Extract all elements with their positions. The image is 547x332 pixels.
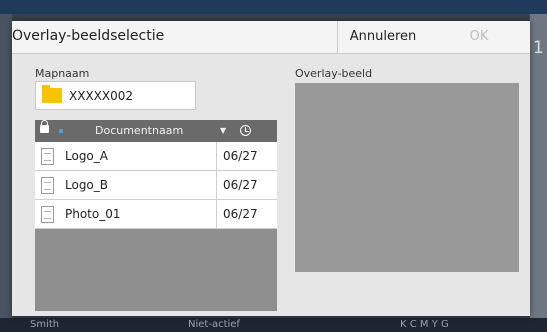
folder-selector[interactable]: XXXXX002 bbox=[35, 81, 196, 110]
folder-icon bbox=[42, 85, 62, 103]
ok-button[interactable]: OK bbox=[428, 21, 530, 53]
preview-label: Overlay-beeld bbox=[295, 67, 373, 80]
cancel-button[interactable]: Annuleren bbox=[337, 21, 429, 53]
file-date: 06/27 bbox=[223, 207, 258, 221]
file-date: 06/27 bbox=[223, 178, 258, 192]
background-top-bar bbox=[0, 0, 547, 14]
sort-indicator-icon bbox=[59, 129, 63, 133]
file-date: 06/27 bbox=[223, 149, 258, 163]
column-divider bbox=[216, 171, 217, 200]
sort-arrow-icon[interactable]: ▼ bbox=[220, 126, 226, 135]
column-divider bbox=[216, 200, 217, 229]
column-divider bbox=[216, 142, 217, 171]
clock-icon[interactable] bbox=[240, 125, 251, 136]
list-item[interactable]: Logo_B 06/27 bbox=[35, 171, 277, 200]
folder-label: Mapnaam bbox=[35, 67, 90, 80]
file-name: Logo_A bbox=[65, 149, 108, 163]
column-header-name[interactable]: Documentnaam bbox=[95, 124, 183, 137]
overlay-select-dialog: Overlay-beeldselectie Annuleren OK Mapna… bbox=[12, 21, 530, 316]
lock-icon[interactable] bbox=[40, 120, 49, 133]
background-page-number: 1 bbox=[533, 38, 544, 58]
background-left-strip bbox=[0, 14, 12, 332]
list-item[interactable]: Photo_01 06/27 bbox=[35, 200, 277, 229]
file-name: Photo_01 bbox=[65, 207, 121, 221]
machine-status: Niet-actief bbox=[188, 319, 240, 330]
ink-indicator: K C M Y G bbox=[400, 319, 449, 330]
overlay-preview bbox=[295, 83, 519, 272]
list-item[interactable]: Logo_A 06/27 bbox=[35, 142, 277, 171]
dialog-titlebar: Overlay-beeldselectie Annuleren OK bbox=[12, 21, 530, 54]
status-bar: Smith Niet-actief K C M Y G bbox=[0, 318, 547, 332]
folder-name: XXXXX002 bbox=[69, 89, 134, 103]
list-header: Documentnaam ▼ bbox=[35, 120, 277, 142]
background-right-panel bbox=[530, 14, 547, 332]
file-list: Documentnaam ▼ Logo_A 06/27 Logo_B 06/27… bbox=[35, 120, 277, 311]
file-name: Logo_B bbox=[65, 178, 109, 192]
document-icon bbox=[41, 148, 54, 165]
document-icon bbox=[41, 177, 54, 194]
dialog-title: Overlay-beeldselectie bbox=[12, 28, 165, 44]
user-name: Smith bbox=[30, 319, 60, 330]
document-icon bbox=[41, 206, 54, 223]
